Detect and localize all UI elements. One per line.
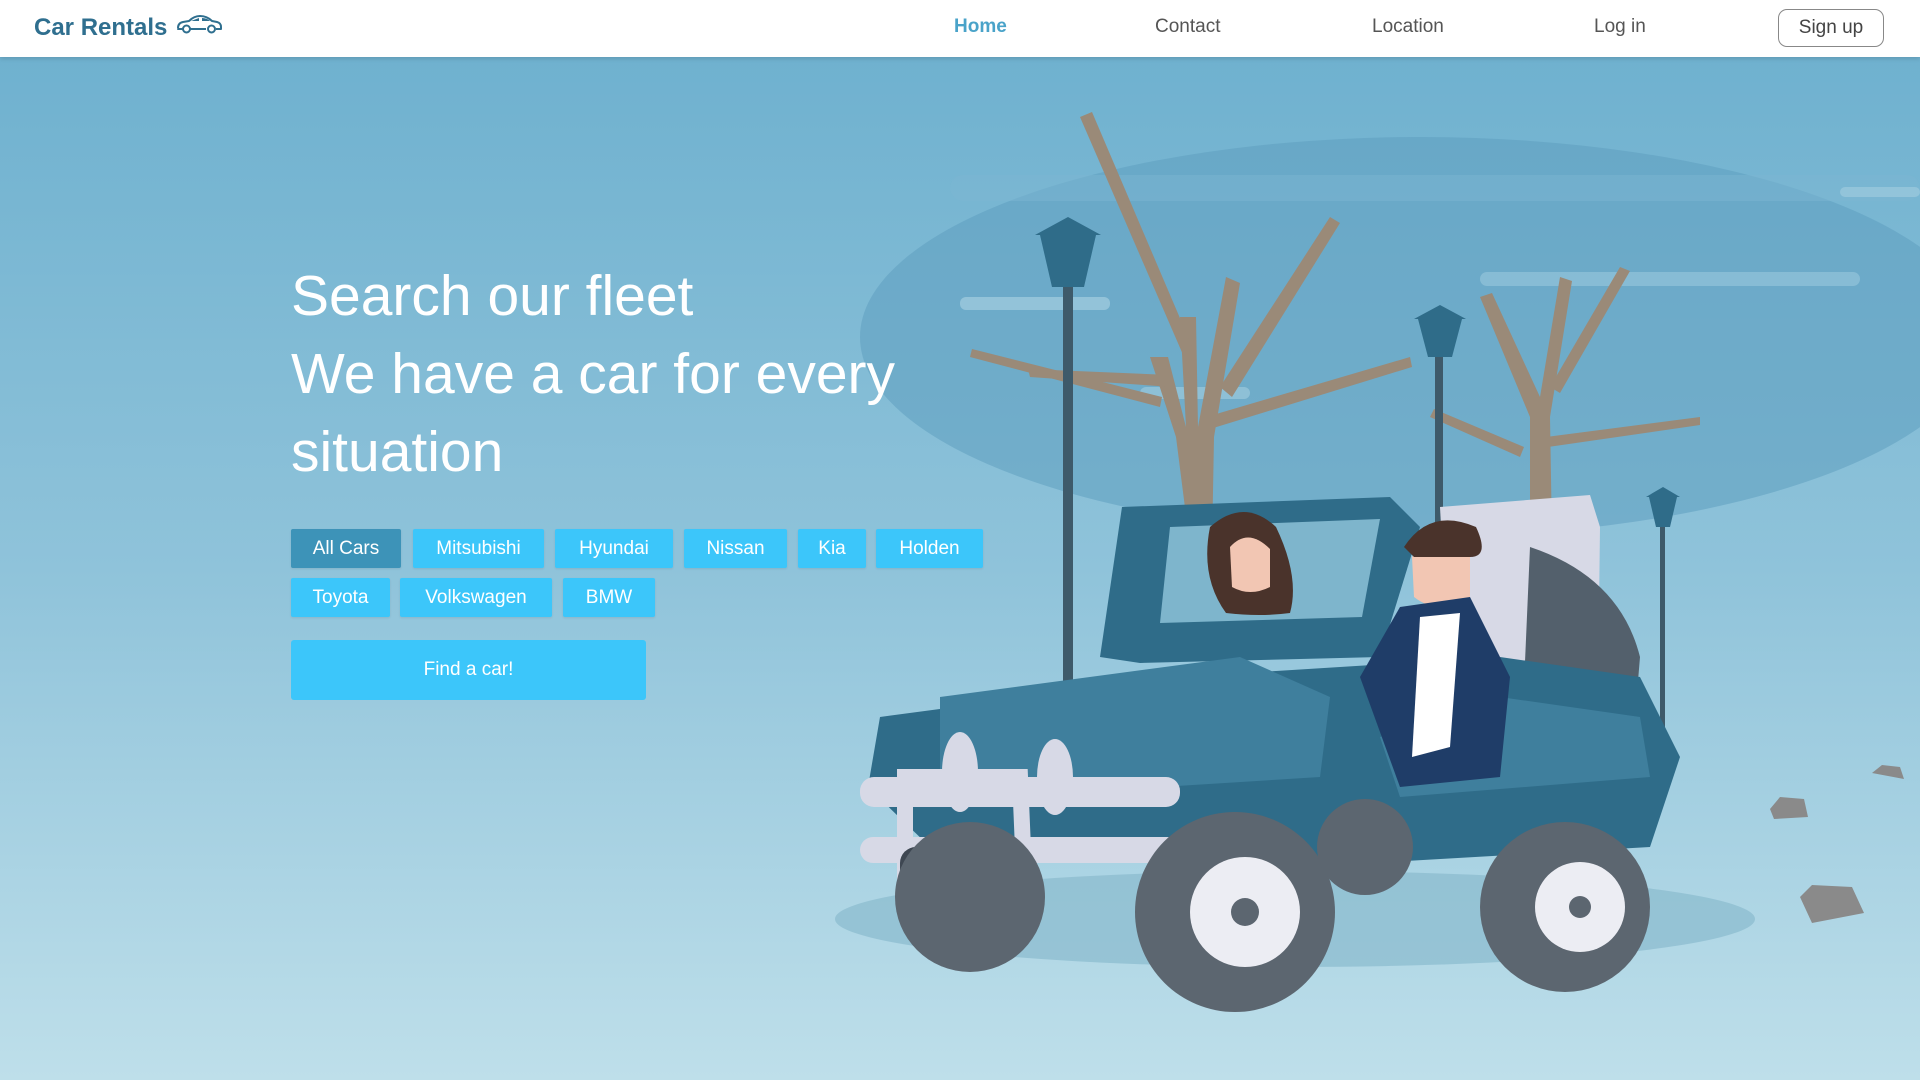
- hero-section: Search our fleet We have a car for every…: [0, 57, 1920, 1080]
- hero-headline: Search our fleet We have a car for every…: [291, 257, 1011, 491]
- jeep-with-couple-illustration: [835, 112, 1920, 1012]
- headline-line: Search our fleet: [291, 264, 694, 328]
- find-car-button[interactable]: Find a car!: [291, 640, 646, 700]
- signup-button[interactable]: Sign up: [1778, 9, 1884, 47]
- headline-line: situation: [291, 420, 504, 484]
- brand-logo[interactable]: Car Rentals: [34, 13, 223, 42]
- nav-contact-link[interactable]: Contact: [1155, 16, 1220, 38]
- filter-toyota[interactable]: Toyota: [291, 578, 390, 617]
- filter-all-cars[interactable]: All Cars: [291, 529, 401, 568]
- headline-line: We have a car for every: [291, 342, 896, 406]
- filter-bmw[interactable]: BMW: [563, 578, 655, 617]
- brand-name: Car Rentals: [34, 13, 168, 41]
- car-outline-icon: [175, 13, 223, 42]
- filter-mitsubishi[interactable]: Mitsubishi: [413, 529, 544, 568]
- nav-login-link[interactable]: Log in: [1594, 16, 1646, 38]
- filter-kia[interactable]: Kia: [798, 529, 866, 568]
- filter-hyundai[interactable]: Hyundai: [555, 529, 673, 568]
- filter-nissan[interactable]: Nissan: [684, 529, 787, 568]
- nav-home-link[interactable]: Home: [954, 16, 1007, 38]
- top-navbar: Car Rentals Home Contact Location Log in…: [0, 0, 1920, 57]
- nav-location-link[interactable]: Location: [1372, 16, 1444, 38]
- filter-volkswagen[interactable]: Volkswagen: [400, 578, 552, 617]
- filter-holden[interactable]: Holden: [876, 529, 983, 568]
